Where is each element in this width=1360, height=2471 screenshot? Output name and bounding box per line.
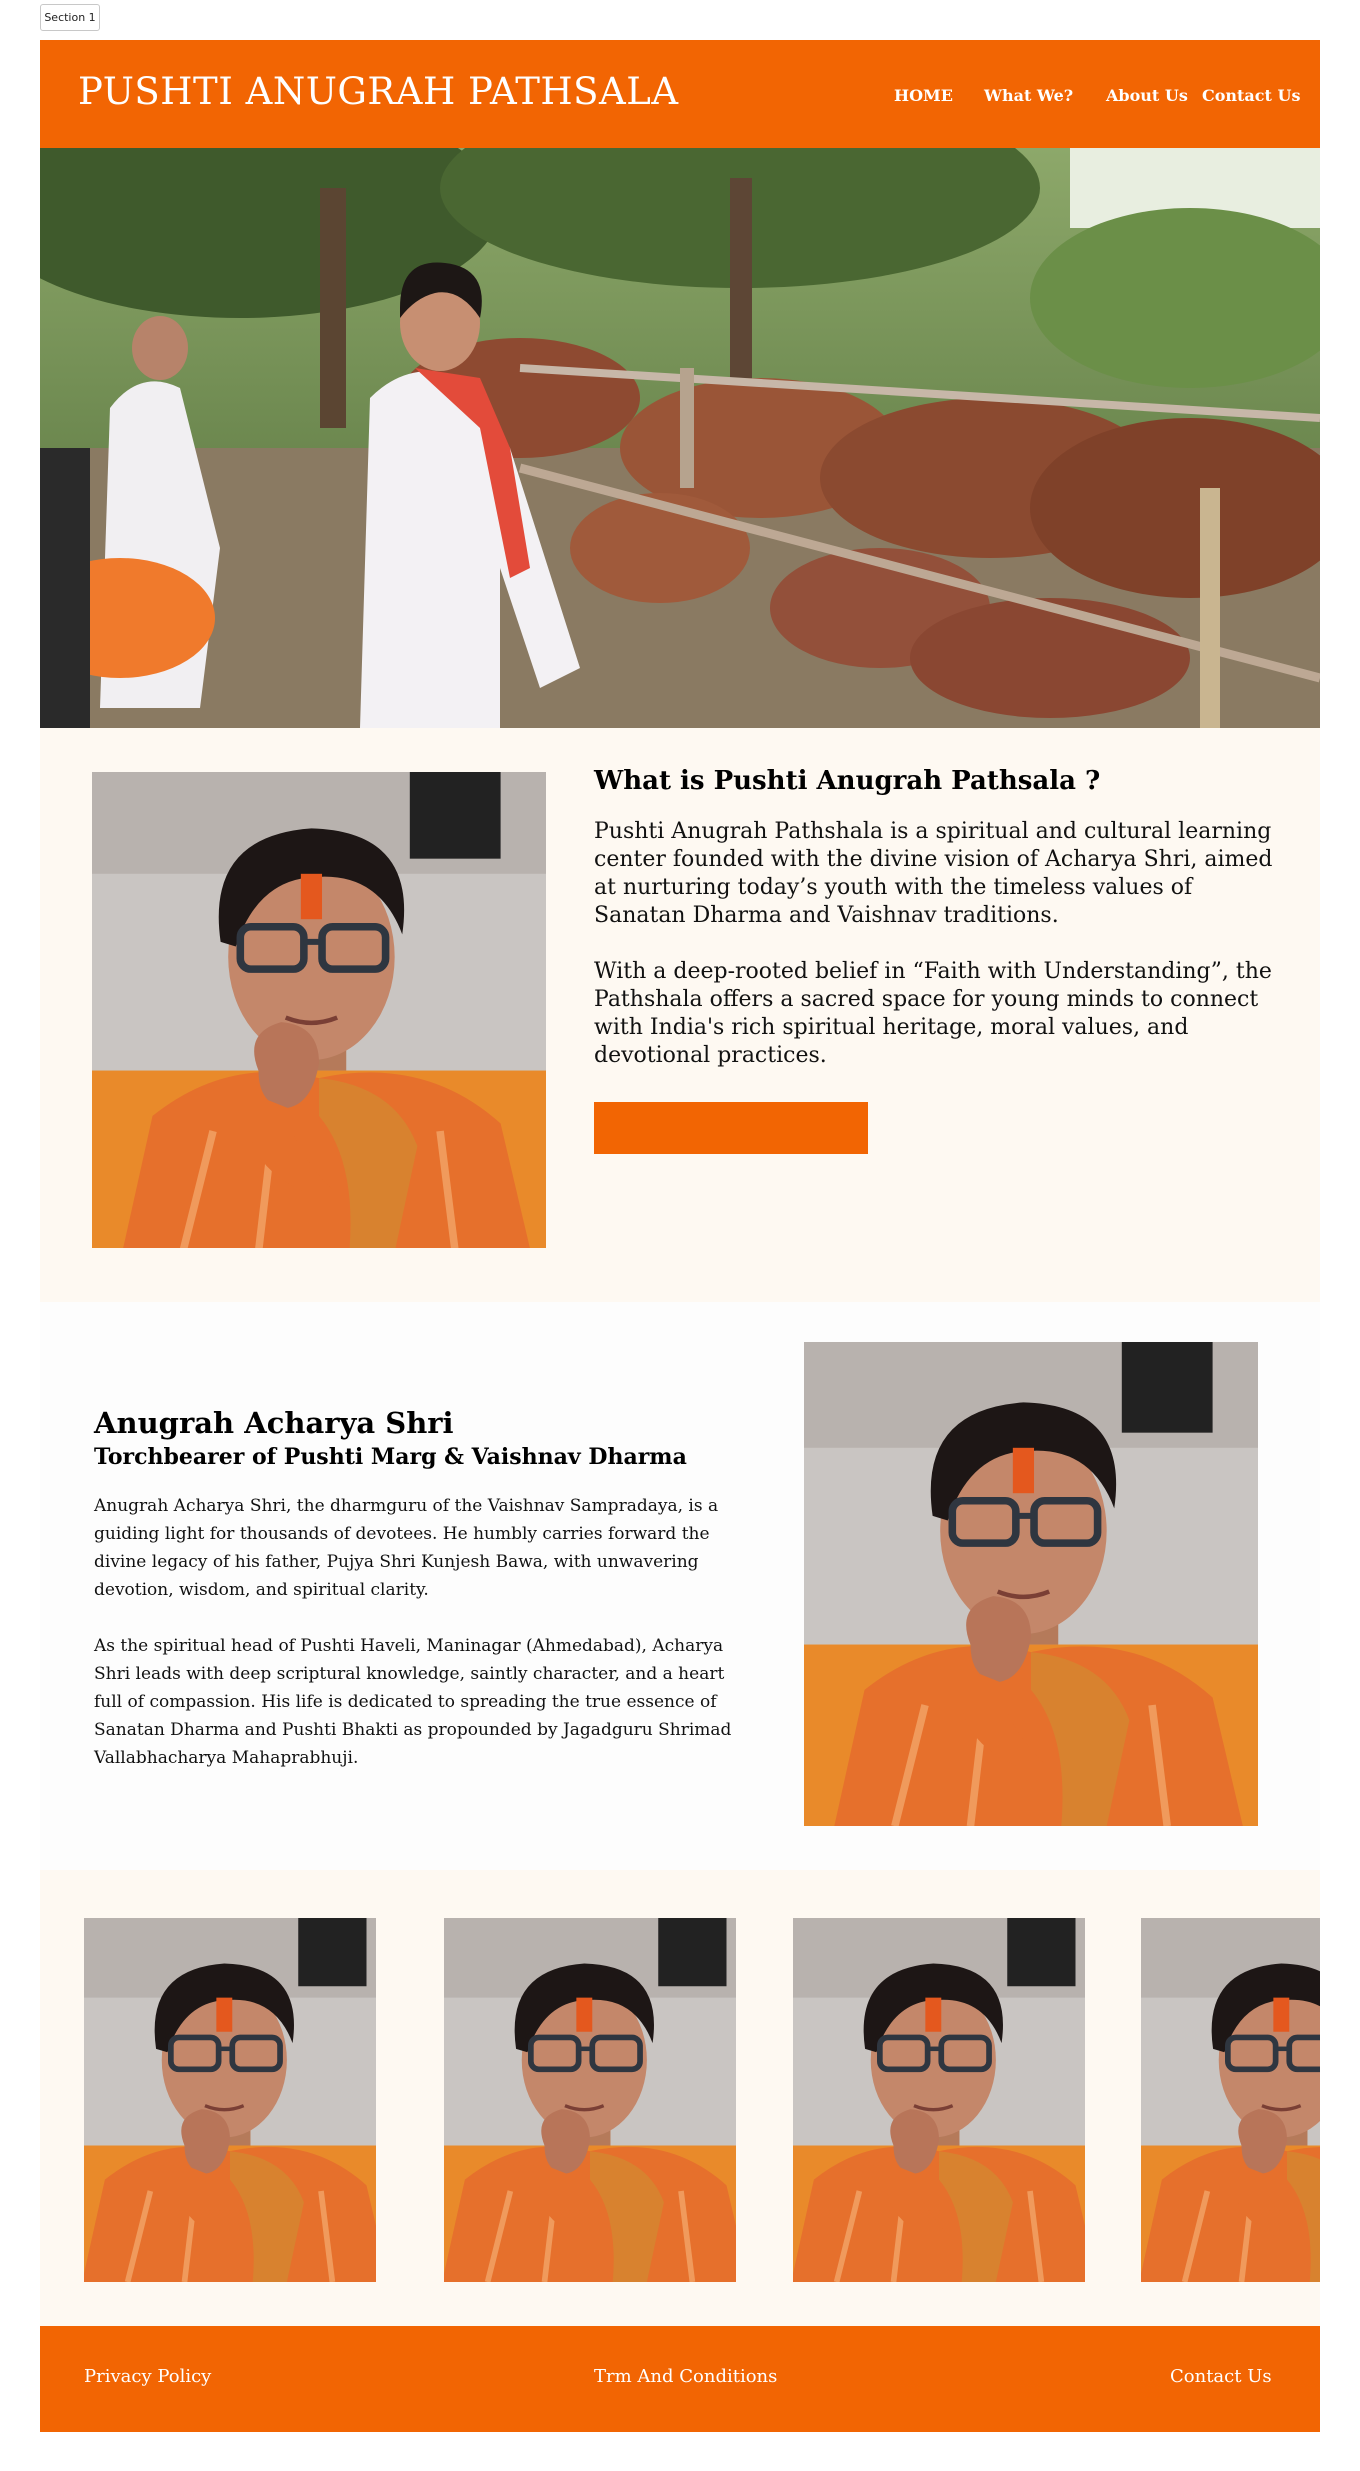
nav-contact-us[interactable]: Contact Us bbox=[1202, 86, 1300, 105]
footer-privacy-link[interactable]: Privacy Policy bbox=[84, 2366, 211, 2387]
acharya-text: Anugrah Acharya Shri, the dharmguru of t… bbox=[94, 1492, 754, 1772]
gallery-image[interactable] bbox=[1141, 1918, 1320, 2282]
about-title: What is Pushti Anugrah Pathsala ? bbox=[594, 766, 1101, 796]
acharya-title: Anugrah Acharya Shri bbox=[94, 1406, 454, 1440]
acharya-photo bbox=[92, 772, 546, 1248]
acharya-section: Anugrah Acharya Shri Torchbearer of Push… bbox=[40, 1302, 1320, 1870]
photo-gallery bbox=[40, 1870, 1320, 2326]
gallery-image[interactable] bbox=[444, 1918, 736, 2282]
nav-home[interactable]: HOME bbox=[894, 86, 953, 105]
footer-terms-link[interactable]: Trm And Conditions bbox=[594, 2366, 777, 2387]
acharya-subtitle: Torchbearer of Pushti Marg & Vaishnav Dh… bbox=[94, 1444, 687, 1470]
footer-contact-link[interactable]: Contact Us bbox=[1170, 2366, 1272, 2387]
about-cta-button[interactable] bbox=[594, 1102, 868, 1154]
acharya-portrait bbox=[804, 1342, 1258, 1826]
about-section: What is Pushti Anugrah Pathsala ? Pushti… bbox=[40, 728, 1320, 1302]
gallery-image[interactable] bbox=[793, 1918, 1085, 2282]
nav-about-us[interactable]: About Us bbox=[1106, 86, 1188, 105]
site-footer: Privacy Policy Trm And Conditions Contac… bbox=[40, 2326, 1320, 2432]
site-brand[interactable]: PUSHTI ANUGRAH PATHSALA bbox=[78, 70, 679, 113]
gallery-image[interactable] bbox=[84, 1918, 376, 2282]
section-label: Section 1 bbox=[40, 4, 100, 31]
acharya-paragraph: Anugrah Acharya Shri, the dharmguru of t… bbox=[94, 1496, 719, 1600]
nav-what-we[interactable]: What We? bbox=[984, 86, 1073, 105]
hero-image bbox=[40, 148, 1320, 728]
site-header: PUSHTI ANUGRAH PATHSALA HOME What We? Ab… bbox=[40, 40, 1320, 148]
about-text: Pushti Anugrah Pathshala is a spiritual … bbox=[594, 818, 1274, 1070]
about-paragraph: With a deep-rooted belief in “Faith with… bbox=[594, 959, 1272, 1068]
acharya-paragraph: As the spiritual head of Pushti Haveli, … bbox=[94, 1636, 732, 1768]
about-paragraph: Pushti Anugrah Pathshala is a spiritual … bbox=[594, 819, 1273, 928]
